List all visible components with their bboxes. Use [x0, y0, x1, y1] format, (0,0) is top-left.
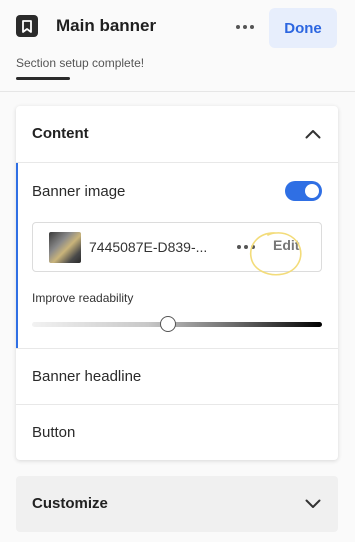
- improve-readability-label: Improve readability: [32, 291, 134, 305]
- panel-title: Main banner: [56, 16, 157, 35]
- image-thumbnail: [49, 232, 81, 263]
- editor-header: Main banner Done: [0, 0, 355, 56]
- done-button[interactable]: Done: [269, 8, 337, 48]
- file-more-options-icon[interactable]: [235, 238, 257, 256]
- customize-section-title: Customize: [32, 495, 108, 512]
- content-section-header[interactable]: Content: [16, 106, 338, 163]
- customize-section-header[interactable]: Customize: [16, 476, 338, 532]
- row-divider: [16, 348, 338, 349]
- chevron-up-icon[interactable]: [304, 125, 322, 143]
- content-section-title: Content: [32, 125, 89, 142]
- row-divider: [16, 404, 338, 405]
- content-card: Content Banner image 7445087E-D839-... E…: [16, 106, 338, 460]
- header-divider: [0, 91, 355, 92]
- status-text: Section setup complete!: [16, 56, 145, 70]
- banner-image-toggle[interactable]: [285, 181, 322, 201]
- readability-slider-track[interactable]: [32, 322, 322, 327]
- chevron-down-icon[interactable]: [304, 495, 322, 513]
- banner-image-file[interactable]: 7445087E-D839-... Edit: [32, 222, 322, 272]
- banner-image-label: Banner image: [32, 183, 126, 200]
- more-options-icon[interactable]: [232, 16, 258, 38]
- banner-headline-row[interactable]: Banner headline: [32, 368, 141, 385]
- status-progress-bar: [16, 77, 70, 80]
- edit-image-button[interactable]: Edit: [273, 237, 299, 253]
- readability-slider-thumb[interactable]: [160, 316, 176, 332]
- toggle-knob: [305, 184, 319, 198]
- bookmark-icon: [16, 15, 38, 37]
- button-row[interactable]: Button: [32, 424, 75, 441]
- file-name: 7445087E-D839-...: [89, 239, 208, 255]
